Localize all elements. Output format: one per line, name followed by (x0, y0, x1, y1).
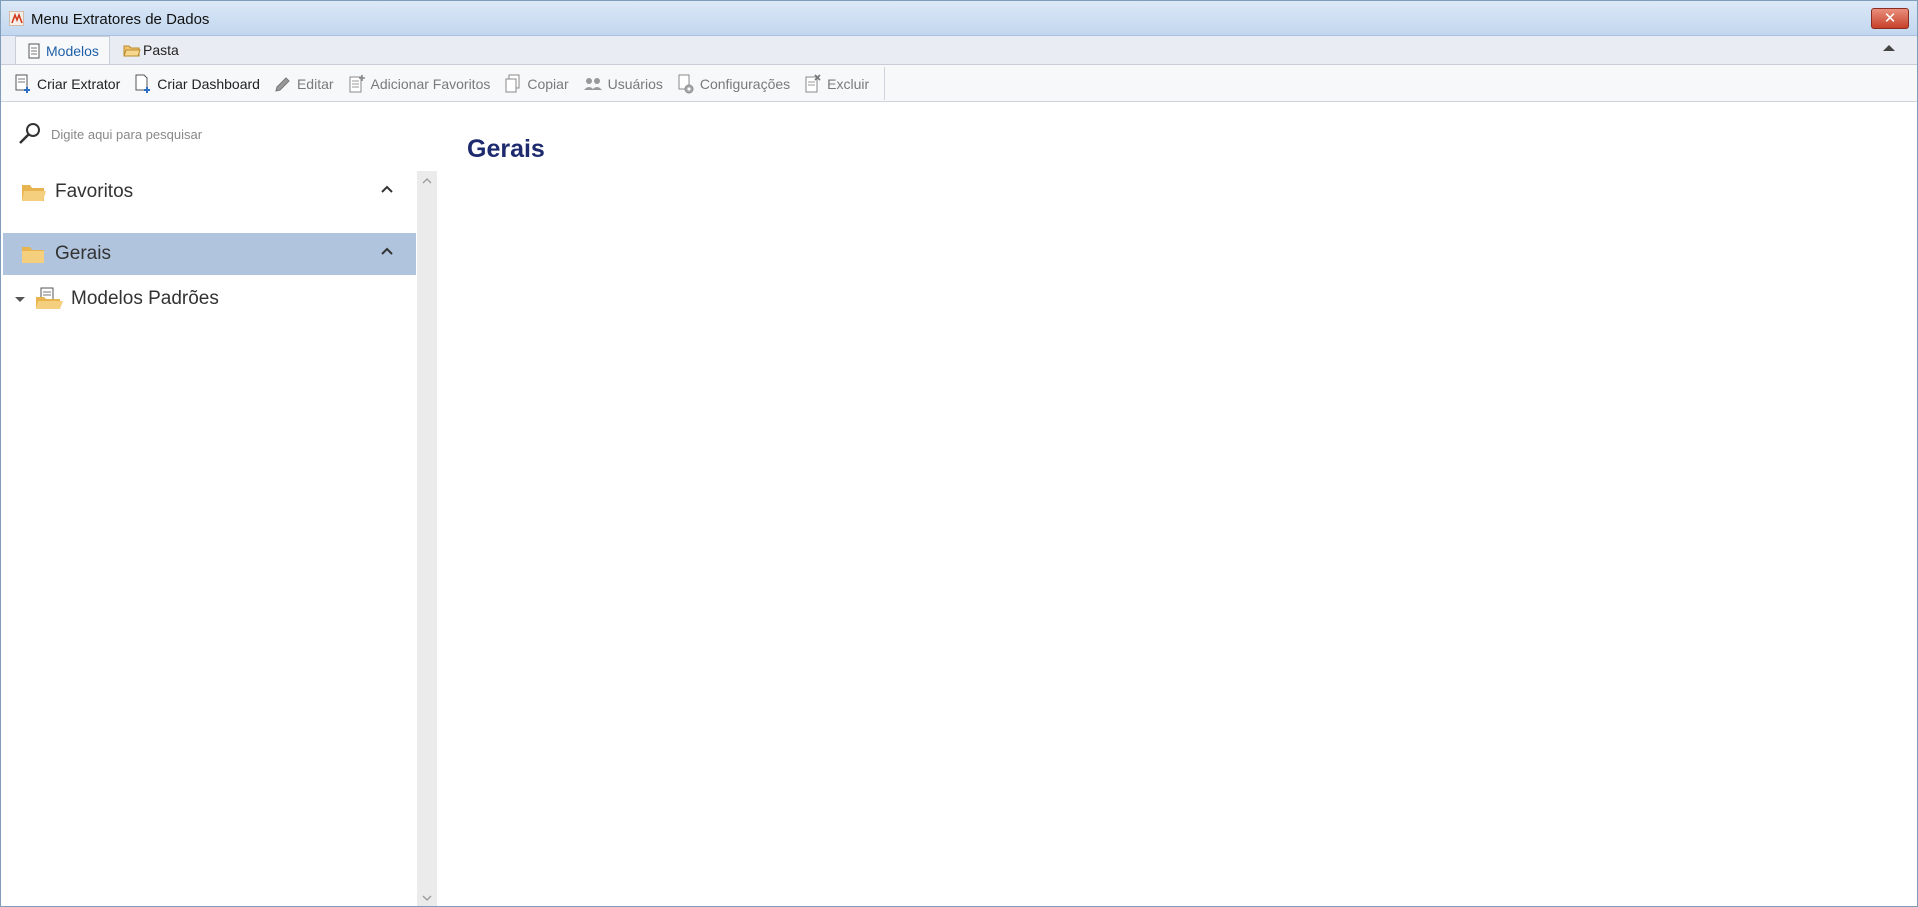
group-gerais[interactable]: Gerais (3, 233, 416, 275)
editar-label: Editar (296, 75, 334, 92)
collapse-ribbon-icon[interactable] (1883, 45, 1895, 51)
usuarios-button[interactable]: Usuários (576, 69, 670, 99)
window-title: Menu Extratores de Dados (31, 11, 210, 28)
toolbar: Criar Extrator Criar Dashboard Editar Ad… (1, 64, 1917, 102)
copiar-label: Copiar (527, 75, 569, 92)
criar-extrator-label: Criar Extrator (37, 75, 121, 92)
close-icon: ✕ (1883, 10, 1897, 27)
group-favoritos-label: Favoritos (55, 181, 134, 202)
scroll-up-icon[interactable] (422, 177, 432, 185)
configuracoes-label: Configurações (699, 75, 791, 92)
tab-pasta-label: Pasta (143, 42, 179, 58)
copy-icon (505, 74, 520, 92)
tab-modelos-label: Modelos (46, 43, 99, 59)
pencil-icon (275, 76, 290, 92)
tree-item-label: Modelos Padrões (71, 288, 219, 309)
editar-button[interactable]: Editar (267, 69, 341, 99)
settings-icon (678, 74, 694, 93)
nav-scrollbar[interactable] (417, 171, 437, 906)
main-content: Gerais (437, 103, 1917, 906)
criar-dashboard-icon (135, 74, 151, 93)
chevron-up-icon[interactable] (380, 246, 394, 256)
users-icon (583, 77, 602, 90)
folder-doc-icon (36, 287, 63, 309)
criar-extrator-icon (15, 74, 30, 93)
configuracoes-button[interactable]: Configurações (670, 69, 797, 99)
usuarios-label: Usuários (607, 75, 663, 92)
excluir-button[interactable]: Excluir (797, 69, 876, 99)
ribbon-tabs: Modelos Pasta (1, 36, 1917, 65)
search-input[interactable] (51, 126, 351, 142)
copiar-button[interactable]: Copiar (497, 69, 575, 99)
adicionar-favoritos-label: Adicionar Favoritos (370, 75, 491, 92)
search-box (17, 121, 351, 147)
expand-arrow-icon[interactable] (15, 296, 25, 302)
tab-pasta[interactable]: Pasta (113, 36, 189, 64)
excluir-label: Excluir (827, 75, 870, 92)
criar-dashboard-label: Criar Dashboard (157, 75, 260, 92)
favorites-add-icon (349, 74, 365, 92)
group-favoritos[interactable]: Favoritos (3, 171, 416, 213)
main-window: Menu Extratores de Dados ✕ Modelos Pasta… (0, 0, 1918, 907)
delete-icon (805, 73, 821, 92)
title-bar: Menu Extratores de Dados ✕ (1, 1, 1917, 36)
modelos-icon (26, 43, 42, 59)
chevron-up-icon[interactable] (380, 184, 394, 194)
navigation-pane: Favoritos Gerais Modelos Padrões (1, 103, 417, 906)
page-title: Gerais (467, 135, 545, 163)
toolbar-group: Criar Extrator Criar Dashboard Editar Ad… (7, 67, 886, 100)
tab-modelos[interactable]: Modelos (15, 36, 110, 65)
folder-icon (22, 185, 46, 201)
tree-item-modelos-padroes[interactable]: Modelos Padrões (15, 285, 219, 313)
criar-extrator-button[interactable]: Criar Extrator (7, 69, 127, 99)
criar-dashboard-button[interactable]: Criar Dashboard (127, 69, 267, 99)
search-icon (19, 123, 40, 144)
pasta-icon (123, 42, 141, 58)
group-gerais-label: Gerais (55, 243, 111, 264)
folder-icon (22, 247, 44, 263)
close-button[interactable]: ✕ (1871, 8, 1909, 29)
app-icon (9, 11, 24, 26)
scroll-down-icon[interactable] (422, 894, 432, 902)
adicionar-favoritos-button[interactable]: Adicionar Favoritos (341, 69, 498, 99)
